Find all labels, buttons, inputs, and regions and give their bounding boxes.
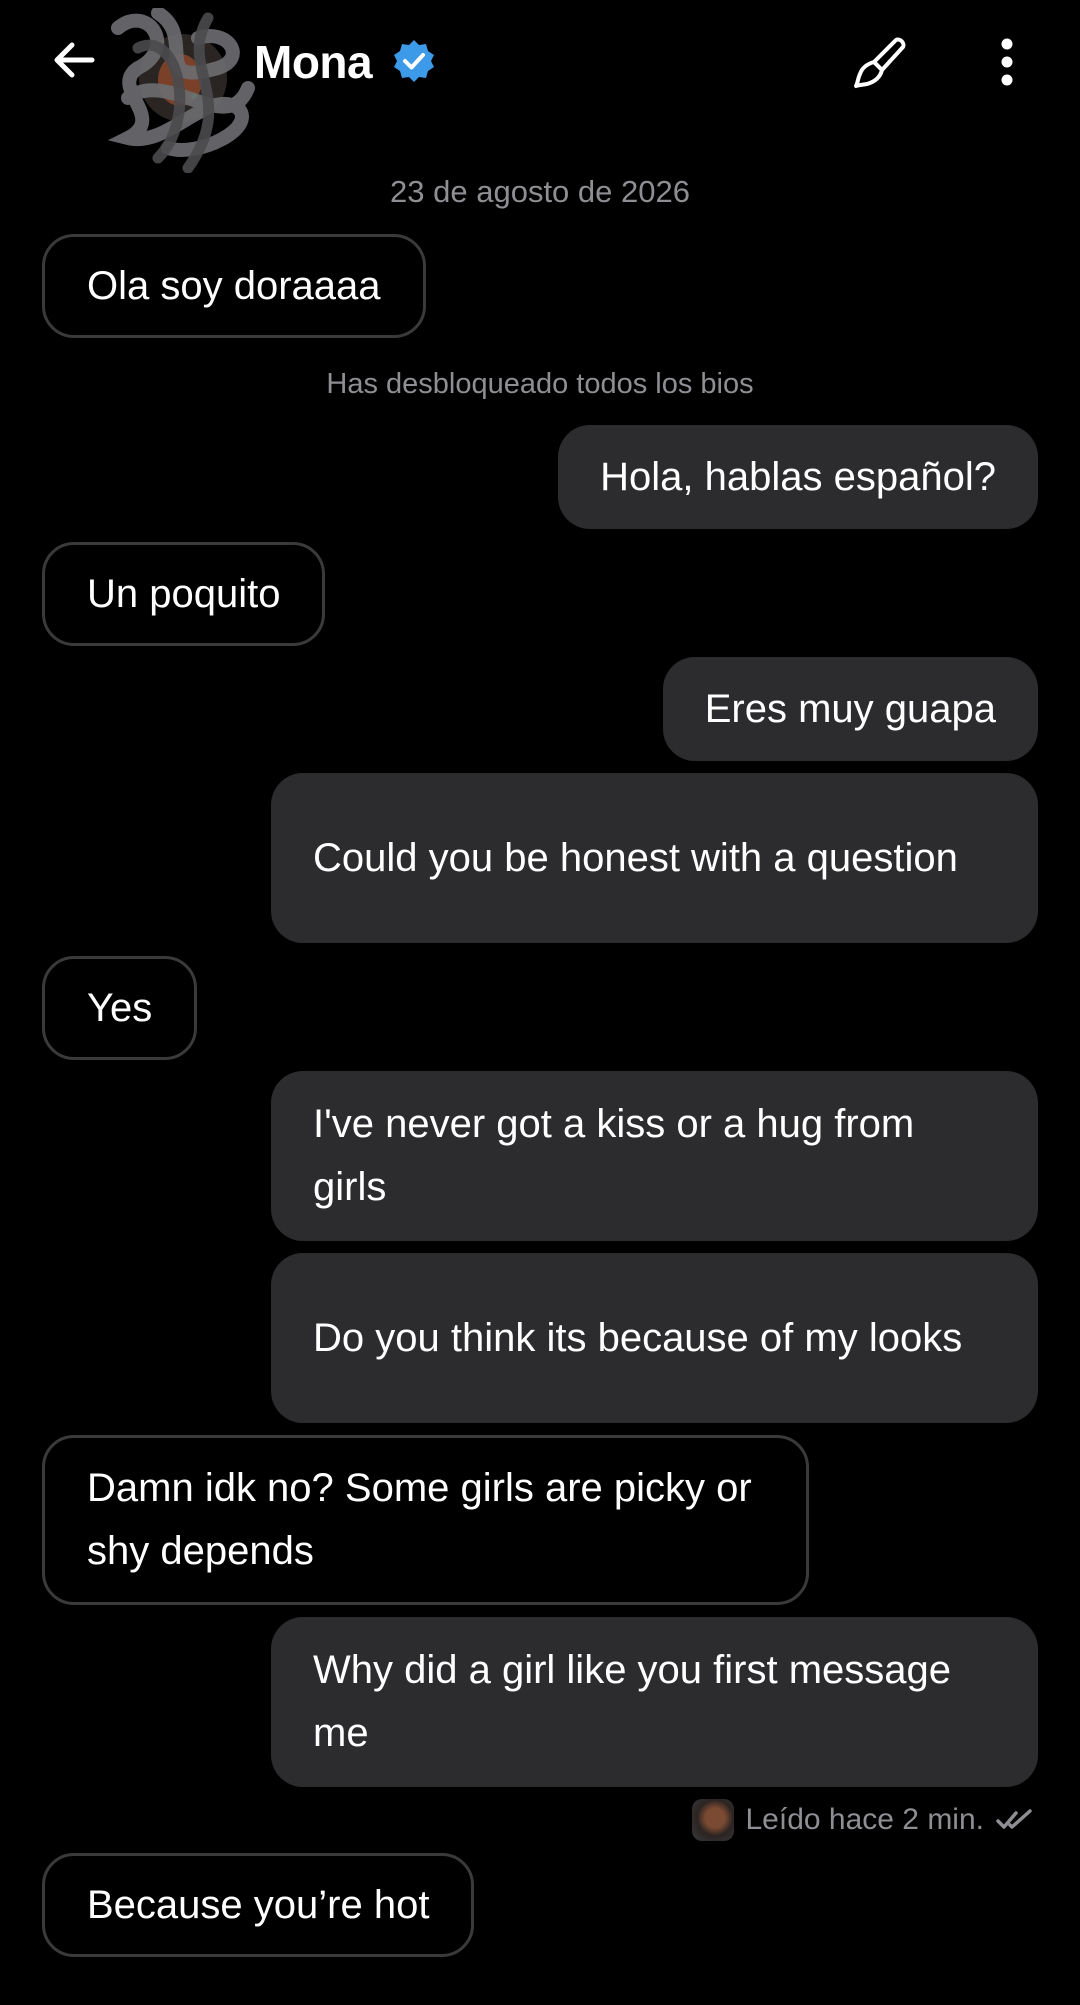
message-outgoing[interactable]: Eres muy guapa bbox=[662, 657, 1038, 761]
reader-avatar bbox=[691, 1799, 734, 1841]
message-incoming[interactable]: Ola soy doraaaa bbox=[42, 234, 426, 338]
theme-brush-button[interactable] bbox=[850, 34, 910, 94]
read-receipt-text: Leído hace 2 min. bbox=[745, 1803, 985, 1836]
system-note: Has desbloqueado todos los bios bbox=[326, 368, 754, 400]
more-options-button[interactable] bbox=[982, 34, 1032, 94]
message-incoming[interactable]: Un poquito bbox=[42, 542, 326, 646]
double-check-icon bbox=[996, 1809, 1032, 1829]
message-outgoing[interactable]: Could you be honest with a question bbox=[271, 773, 1038, 943]
chat-header: Mona bbox=[0, 0, 1080, 174]
message-outgoing[interactable]: Do you think its because of my looks bbox=[271, 1253, 1038, 1423]
contact-name[interactable]: Mona bbox=[254, 32, 373, 92]
read-receipt: Leído hace 2 min. bbox=[691, 1796, 1035, 1844]
message-incoming[interactable]: Damn idk no? Some girls are picky or shy… bbox=[42, 1435, 809, 1605]
message-outgoing[interactable]: Hola, hablas español? bbox=[558, 425, 1038, 529]
message-incoming[interactable]: Yes bbox=[42, 956, 198, 1060]
arrow-left-icon bbox=[54, 42, 95, 78]
contact-avatar[interactable] bbox=[107, 6, 258, 174]
paint-brush-icon bbox=[854, 37, 906, 88]
message-outgoing[interactable]: Why did a girl like you first message me bbox=[271, 1617, 1038, 1787]
more-vertical-icon bbox=[1001, 38, 1013, 86]
date-separator: 23 de agosto de 2026 bbox=[390, 174, 690, 209]
message-outgoing[interactable]: I've never got a kiss or a hug from girl… bbox=[271, 1071, 1038, 1241]
verified-badge-icon bbox=[394, 40, 434, 82]
message-incoming[interactable]: Because you’re hot bbox=[42, 1853, 475, 1957]
back-button[interactable] bbox=[46, 32, 102, 88]
